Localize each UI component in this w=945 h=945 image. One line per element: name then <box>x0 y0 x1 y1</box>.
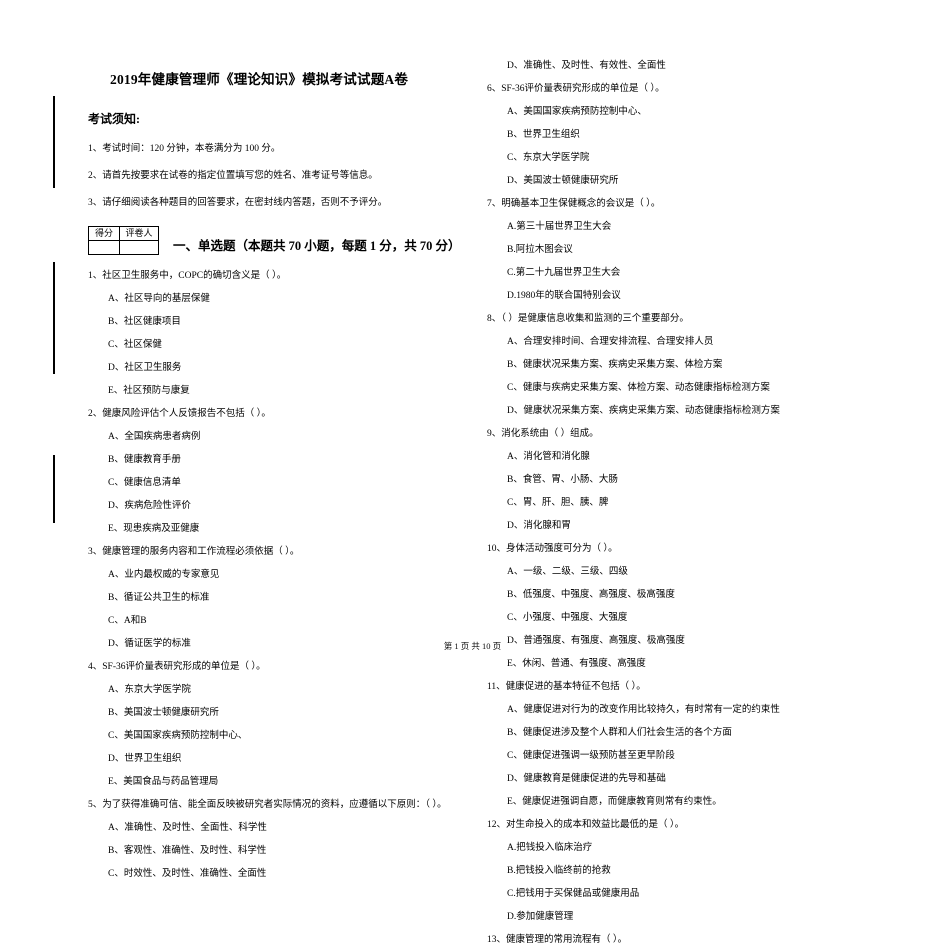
score-value-cell[interactable] <box>88 240 120 255</box>
question-stem: 11、健康促进的基本特征不包括（ ）。 <box>487 682 646 692</box>
question-stem: 13、健康管理的常用流程有（ ）。 <box>487 935 628 945</box>
question-option[interactable]: A、美国国家疾病预防控制中心、 <box>487 103 907 117</box>
question-option[interactable]: C、社区保健 <box>88 336 480 350</box>
exam-notice-line: 3、请仔细阅读各种题目的回答要求，在密封线内答题，否则不予评分。 <box>88 198 388 208</box>
question-option[interactable]: E、社区预防与康复 <box>88 382 480 396</box>
question-option[interactable]: B、循证公共卫生的标准 <box>88 589 480 603</box>
question-option[interactable]: D、疾病危险性评价 <box>88 497 480 511</box>
question-stem: 9、消化系统由（ ）组成。 <box>487 429 599 439</box>
question-option[interactable]: C、小强度、中强度、大强度 <box>487 609 907 623</box>
question-option[interactable]: C.第二十九届世界卫生大会 <box>487 264 907 278</box>
question-option[interactable]: C、健康促进强调一级预防甚至更早阶段 <box>487 747 907 761</box>
margin-rule-mark-1 <box>53 96 55 188</box>
grader-value-cell[interactable] <box>119 240 159 255</box>
question-option[interactable]: A、全国疾病患者病例 <box>88 428 480 442</box>
question-option[interactable]: D、健康状况采集方案、疾病史采集方案、动态健康指标检测方案 <box>487 402 907 416</box>
question-option[interactable]: A、消化管和消化腺 <box>487 448 907 462</box>
question-option[interactable]: B、美国波士顿健康研究所 <box>88 704 480 718</box>
margin-rule-mark-3 <box>53 455 55 523</box>
left-column: 2019年健康管理师《理论知识》模拟考试试题A卷 考试须知: 1、考试时间：12… <box>88 0 480 879</box>
question-stem: 7、明确基本卫生保健概念的会议是（ ）。 <box>487 199 661 209</box>
question-option[interactable]: A、健康促进对行为的改变作用比较持久，有时常有一定的约束性 <box>487 701 907 715</box>
question-option[interactable]: A、社区导向的基层保健 <box>88 290 480 304</box>
question-option[interactable]: D、美国波士顿健康研究所 <box>487 172 907 186</box>
question-option[interactable]: E、现患疾病及亚健康 <box>88 520 480 534</box>
exam-notice-line: 1、考试时间：120 分钟，本卷满分为 100 分。 <box>88 144 281 154</box>
question-option[interactable]: A、业内最权威的专家意见 <box>88 566 480 580</box>
table-row: 得分 评卷人 <box>88 226 159 241</box>
question-option[interactable]: C、胃、肝、胆、胰、脾 <box>487 494 907 508</box>
question-option[interactable]: B、客观性、准确性、及时性、科学性 <box>88 842 480 856</box>
question-option[interactable]: D、消化腺和胃 <box>487 517 907 531</box>
question-option[interactable]: B、食管、胃、小肠、大肠 <box>487 471 907 485</box>
question-option[interactable]: B.阿拉木图会议 <box>487 241 907 255</box>
question-option[interactable]: D、健康教育是健康促进的先导和基础 <box>487 770 907 784</box>
question-stem: 6、SF-36评价量表研究形成的单位是（ ）。 <box>487 84 665 94</box>
question-option[interactable]: C、时效性、及时性、准确性、全面性 <box>88 865 480 879</box>
question-stem: 1、社区卫生服务中，COPC的确切含义是（ ）。 <box>88 271 287 281</box>
question-option[interactable]: A.把钱投入临床治疗 <box>487 839 907 853</box>
exam-notice-line: 2、请首先按要求在试卷的指定位置填写您的姓名、准考证号等信息。 <box>88 171 378 181</box>
question-option[interactable]: A、合理安排时间、合理安排流程、合理安排人员 <box>487 333 907 347</box>
question-option[interactable]: C、A和B <box>88 612 480 626</box>
question-option[interactable]: B.把钱投入临终前的抢救 <box>487 862 907 876</box>
page-title: 2019年健康管理师《理论知识》模拟考试试题A卷 <box>110 72 409 87</box>
question-option[interactable]: A、准确性、及时性、全面性、科学性 <box>88 819 480 833</box>
document-page: 2019年健康管理师《理论知识》模拟考试试题A卷 考试须知: 1、考试时间：12… <box>0 0 945 945</box>
question-list-left: 1、社区卫生服务中，COPC的确切含义是（ ）。 A、社区导向的基层保健 B、社… <box>88 267 480 879</box>
question-option[interactable]: C、健康信息清单 <box>88 474 480 488</box>
question-stem: 3、健康管理的服务内容和工作流程必须依据（ ）。 <box>88 547 300 557</box>
table-row <box>88 240 159 255</box>
question-option[interactable]: C、健康与疾病史采集方案、体检方案、动态健康指标检测方案 <box>487 379 907 393</box>
question-option[interactable]: A、一级、二级、三级、四级 <box>487 563 907 577</box>
question-option[interactable]: A、东京大学医学院 <box>88 681 480 695</box>
question-option[interactable]: C、东京大学医学院 <box>487 149 907 163</box>
question-option[interactable]: B、世界卫生组织 <box>487 126 907 140</box>
question-stem: 10、身体活动强度可分为（ ）。 <box>487 544 618 554</box>
question-option[interactable]: A.第三十届世界卫生大会 <box>487 218 907 232</box>
question-option[interactable]: B、健康状况采集方案、疾病史采集方案、体检方案 <box>487 356 907 370</box>
question-option[interactable]: B、低强度、中强度、高强度、极高强度 <box>487 586 907 600</box>
question-option[interactable]: B、健康教育手册 <box>88 451 480 465</box>
question-option[interactable]: E、美国食品与药品管理局 <box>88 773 480 787</box>
question-option[interactable]: D、世界卫生组织 <box>88 750 480 764</box>
page-footer: 第 1 页 共 10 页 <box>443 641 502 651</box>
question-option[interactable]: C.把钱用于买保健品或健康用品 <box>487 885 907 899</box>
score-row: 得分 评卷人 一、单选题（本题共 70 小题，每题 1 分，共 70 分） <box>88 226 480 255</box>
question-option[interactable]: D.参加健康管理 <box>487 908 907 922</box>
question-option[interactable]: D、社区卫生服务 <box>88 359 480 373</box>
right-column: D、准确性、及时性、有效性、全面性 6、SF-36评价量表研究形成的单位是（ ）… <box>487 0 907 945</box>
question-option[interactable]: B、社区健康项目 <box>88 313 480 327</box>
exam-notice-heading: 考试须知: <box>88 112 140 126</box>
question-stem: 8、（ ）是健康信息收集和监测的三个重要部分。 <box>487 314 689 324</box>
score-header-cell: 得分 <box>88 226 120 241</box>
question-option[interactable]: D.1980年的联合国特别会议 <box>487 287 907 301</box>
question-option[interactable]: B、健康促进涉及整个人群和人们社会生活的各个方面 <box>487 724 907 738</box>
question-option[interactable]: C、美国国家疾病预防控制中心、 <box>88 727 480 741</box>
section-heading: 一、单选题（本题共 70 小题，每题 1 分，共 70 分） <box>173 239 461 253</box>
score-table: 得分 评卷人 <box>88 226 159 255</box>
question-stem: 12、对生命投入的成本和效益比最低的是（ ）。 <box>487 820 685 830</box>
question-stem: 4、SF-36评价量表研究形成的单位是（ ）。 <box>88 662 266 672</box>
question-stem: 5、为了获得准确可信、能全面反映被研究者实际情况的资料，应遵循以下原则：（ ）。 <box>88 800 447 810</box>
question-option[interactable]: E、健康促进强调自愿，而健康教育则常有约束性。 <box>487 793 907 807</box>
question-list-right: D、准确性、及时性、有效性、全面性 6、SF-36评价量表研究形成的单位是（ ）… <box>487 0 907 945</box>
margin-rule-mark-2 <box>53 262 55 374</box>
question-option[interactable]: D、准确性、及时性、有效性、全面性 <box>487 57 907 71</box>
question-stem: 2、健康风险评估个人反馈报告不包括（ ）。 <box>88 409 271 419</box>
grader-header-cell: 评卷人 <box>119 226 159 241</box>
